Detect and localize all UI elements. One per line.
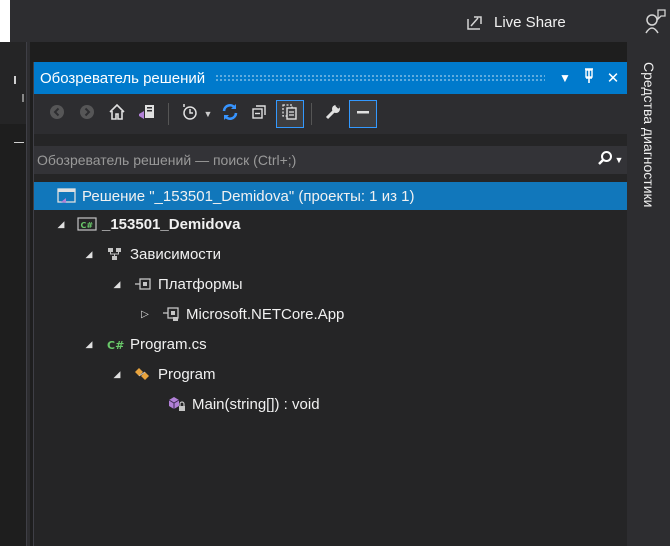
live-share-button[interactable]: Live Share (466, 10, 566, 34)
toolbar-separator (311, 103, 312, 125)
tree-item-project[interactable]: ◢ C# _153501_Demidova (34, 210, 627, 238)
class-icon (132, 365, 154, 383)
package-icon (160, 305, 182, 323)
csharp-file-icon: C# (104, 335, 126, 353)
solution-icon (56, 187, 78, 205)
properties-button[interactable] (320, 101, 346, 127)
window-position-dropdown-button[interactable]: ▼ (555, 71, 575, 85)
home-icon (108, 103, 126, 126)
show-all-files-icon (281, 103, 299, 126)
tree-item-label: Платформы (158, 275, 243, 293)
top-bar: Live Share (0, 0, 670, 42)
search-icon (597, 150, 613, 171)
tree-item-label: Program (158, 365, 216, 383)
tree-item-platforms[interactable]: ◢ Платформы (34, 270, 627, 298)
svg-text:C#: C# (107, 339, 124, 352)
diagnostic-tools-tab-label: Средства диагностики (641, 62, 657, 208)
right-tool-strip: Средства диагностики (627, 42, 670, 546)
tree-item-program-cs[interactable]: ◢ C# Program.cs (34, 330, 627, 358)
sync-icon (220, 102, 240, 127)
tab-marker (14, 76, 16, 84)
search-placeholder: Обозреватель решений — поиск (Ctrl+;) (37, 152, 297, 168)
expanded-arrow-icon[interactable]: ◢ (82, 249, 96, 260)
forward-button[interactable] (74, 101, 100, 127)
expanded-arrow-icon[interactable]: ◢ (54, 219, 68, 230)
csharp-project-icon: C# (76, 215, 98, 233)
collapse-all-button[interactable] (247, 101, 273, 127)
svg-text:C#: C# (81, 221, 94, 230)
tree-item-label: Зависимости (130, 245, 222, 263)
share-icon (466, 13, 486, 31)
preview-selected-items-button[interactable] (349, 100, 377, 128)
tree-item-label: _153501_Demidova (102, 215, 241, 233)
home-button[interactable] (104, 101, 130, 127)
sync-button[interactable] (217, 101, 243, 127)
editor-area[interactable] (0, 124, 27, 546)
editor-marker (14, 142, 24, 143)
collapse-all-icon (251, 103, 269, 126)
tree-item-solution[interactable]: Решение "_153501_Demidova" (проекты: 1 и… (34, 182, 627, 210)
tree-item-main-method[interactable]: Main(string[]) : void (34, 390, 627, 418)
tree-item-dependencies[interactable]: ◢ Зависимости (34, 240, 627, 268)
expanded-arrow-icon[interactable]: ◢ (110, 279, 124, 290)
pending-changes-filter-button[interactable] (177, 101, 203, 127)
search-options-button[interactable]: ▼ (593, 150, 627, 171)
tree-item-label: Microsoft.NETCore.App (186, 305, 345, 323)
dependencies-icon (104, 245, 126, 263)
tree-item-label: Main(string[]) : void (192, 395, 320, 413)
method-icon (166, 395, 188, 413)
feedback-icon[interactable] (644, 8, 666, 39)
panel-toolbar: ▼ (34, 94, 627, 134)
pin-button[interactable] (579, 68, 599, 88)
tree-item-label: Решение "_153501_Demidova" (проекты: 1 и… (82, 187, 415, 205)
diagnostic-tools-tab[interactable]: Средства диагностики (627, 62, 670, 292)
back-icon (49, 104, 65, 125)
close-button[interactable]: ✕ (603, 69, 623, 87)
editor-gutter (0, 42, 30, 546)
tab-marker (22, 94, 24, 102)
title-grip[interactable] (215, 74, 545, 82)
live-share-label: Live Share (494, 13, 566, 31)
tree-item-netcore[interactable]: ▷ Microsoft.NETCore.App (34, 300, 627, 328)
switch-views-button[interactable] (134, 101, 160, 127)
expanded-arrow-icon[interactable]: ◢ (82, 339, 96, 350)
switch-views-icon (138, 103, 156, 126)
panel-title: Обозреватель решений (40, 69, 206, 87)
chevron-down-icon: ▼ (614, 155, 624, 165)
properties-icon (324, 103, 342, 126)
pending-changes-icon (181, 103, 199, 126)
panel-titlebar[interactable]: Обозреватель решений ▼ ✕ (34, 62, 627, 94)
solution-explorer-panel: Обозреватель решений ▼ ✕ ▼ Обозреватель … (33, 62, 627, 546)
expanded-arrow-icon[interactable]: ◢ (110, 369, 124, 380)
toolbar-separator (168, 103, 169, 125)
chevron-down-icon[interactable]: ▼ (203, 109, 213, 119)
window-edge (0, 0, 10, 42)
platform-icon (132, 275, 154, 293)
tree-item-program-class[interactable]: ◢ Program (34, 360, 627, 388)
solution-search-field[interactable]: Обозреватель решений — поиск (Ctrl+;) ▼ (34, 146, 627, 174)
show-all-files-button[interactable] (276, 100, 304, 128)
back-button[interactable] (44, 101, 70, 127)
forward-icon (79, 104, 95, 125)
preview-icon (354, 103, 372, 126)
collapsed-arrow-icon[interactable]: ▷ (138, 309, 152, 320)
tree-item-label: Program.cs (130, 335, 207, 353)
